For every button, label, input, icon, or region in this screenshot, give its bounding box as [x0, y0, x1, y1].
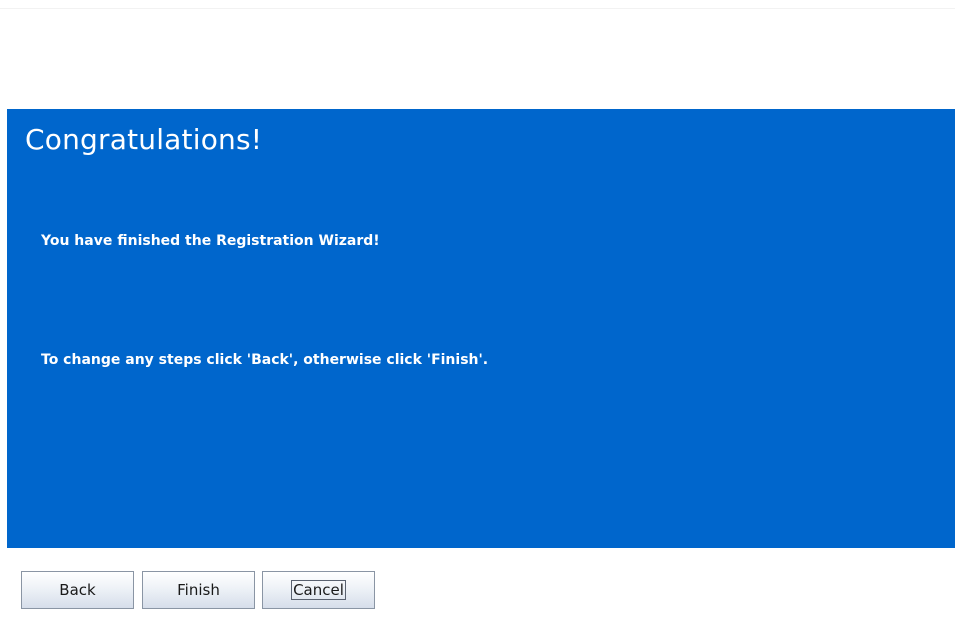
- cancel-button[interactable]: Cancel: [262, 571, 375, 609]
- instructions-text: To change any steps click 'Back', otherw…: [41, 352, 489, 368]
- back-button-label: Back: [59, 581, 96, 599]
- back-button[interactable]: Back: [21, 571, 134, 609]
- page-title: Congratulations!: [25, 123, 263, 156]
- cancel-button-label: Cancel: [291, 580, 346, 600]
- finished-message: You have finished the Registration Wizar…: [41, 233, 380, 249]
- top-strip: [0, 0, 955, 9]
- finish-button[interactable]: Finish: [142, 571, 255, 609]
- wizard-panel: Congratulations! You have finished the R…: [7, 109, 955, 548]
- finish-button-label: Finish: [177, 581, 220, 599]
